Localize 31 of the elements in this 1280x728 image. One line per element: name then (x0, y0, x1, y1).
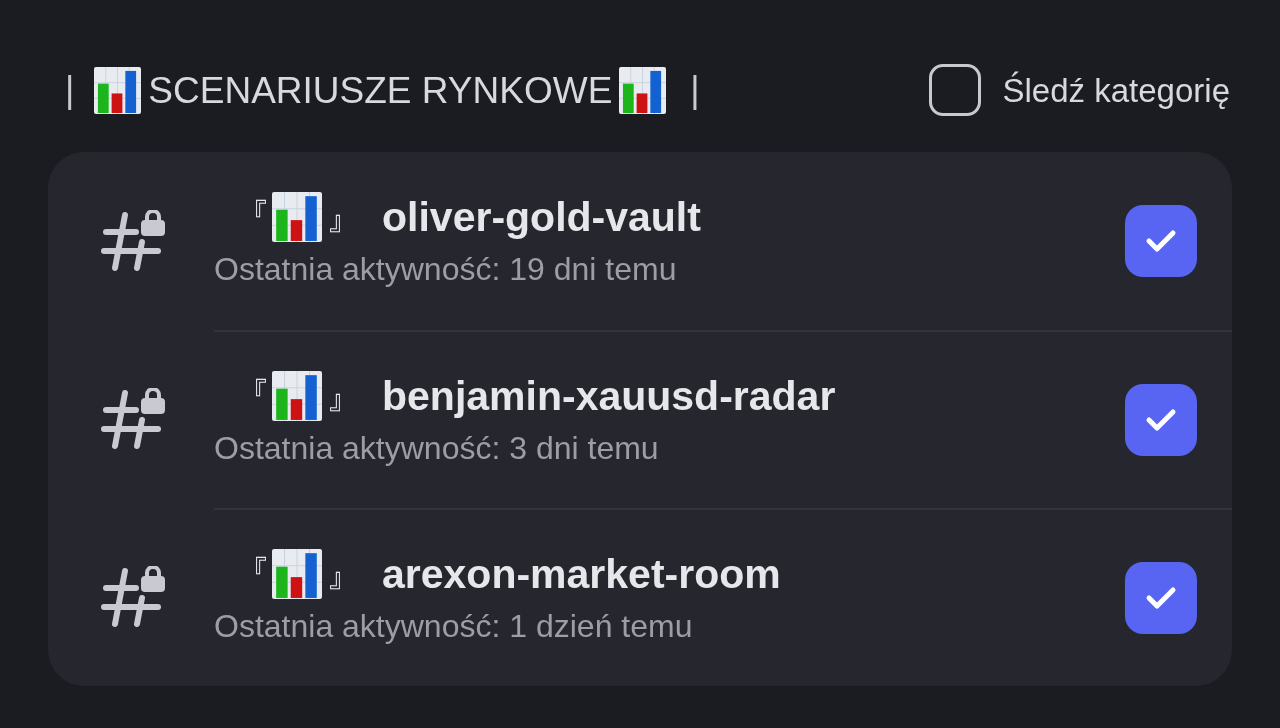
title-separator: | (690, 72, 700, 108)
bracket-text: 『 (233, 556, 270, 592)
channel-name: benjamin-xauusd-radar (382, 375, 836, 417)
last-activity-text: Ostatnia aktywność: 1 dzień temu (214, 607, 694, 646)
bracket-text: 』 (326, 556, 362, 592)
last-activity-text: Ostatnia aktywność: 19 dni temu (214, 250, 678, 289)
locked-channel-hash-icon (100, 388, 166, 450)
channel-name: arexon-market-room (382, 553, 781, 595)
bracket-text: 『 (233, 199, 270, 235)
bracket-text: 』 (326, 378, 362, 414)
last-activity-text: Ostatnia aktywność: 3 dni temu (214, 429, 660, 468)
check-icon (1145, 229, 1177, 253)
bar-chart-icon (272, 192, 322, 242)
locked-channel-hash-icon (100, 566, 166, 628)
locked-channel-hash-icon (100, 210, 166, 272)
title-separator: | (65, 72, 75, 108)
check-icon (1145, 586, 1177, 610)
checkbox[interactable] (928, 64, 981, 116)
bar-chart-icon (619, 66, 667, 114)
bar-chart-icon (272, 549, 322, 599)
checkbox[interactable] (1125, 384, 1197, 456)
bar-chart-icon (94, 66, 142, 114)
check-icon (1145, 408, 1177, 432)
category-title: SCENARIUSZE RYNKOWE (148, 71, 613, 109)
channel-name: oliver-gold-vault (382, 196, 701, 238)
bracket-text: 』 (326, 199, 362, 235)
bracket-text: 『 (233, 378, 270, 414)
bar-chart-icon (272, 371, 322, 421)
checkbox[interactable] (1125, 562, 1197, 634)
checkbox[interactable] (1125, 205, 1197, 277)
follow-category-label[interactable]: Śledź kategorię (1002, 73, 1230, 107)
